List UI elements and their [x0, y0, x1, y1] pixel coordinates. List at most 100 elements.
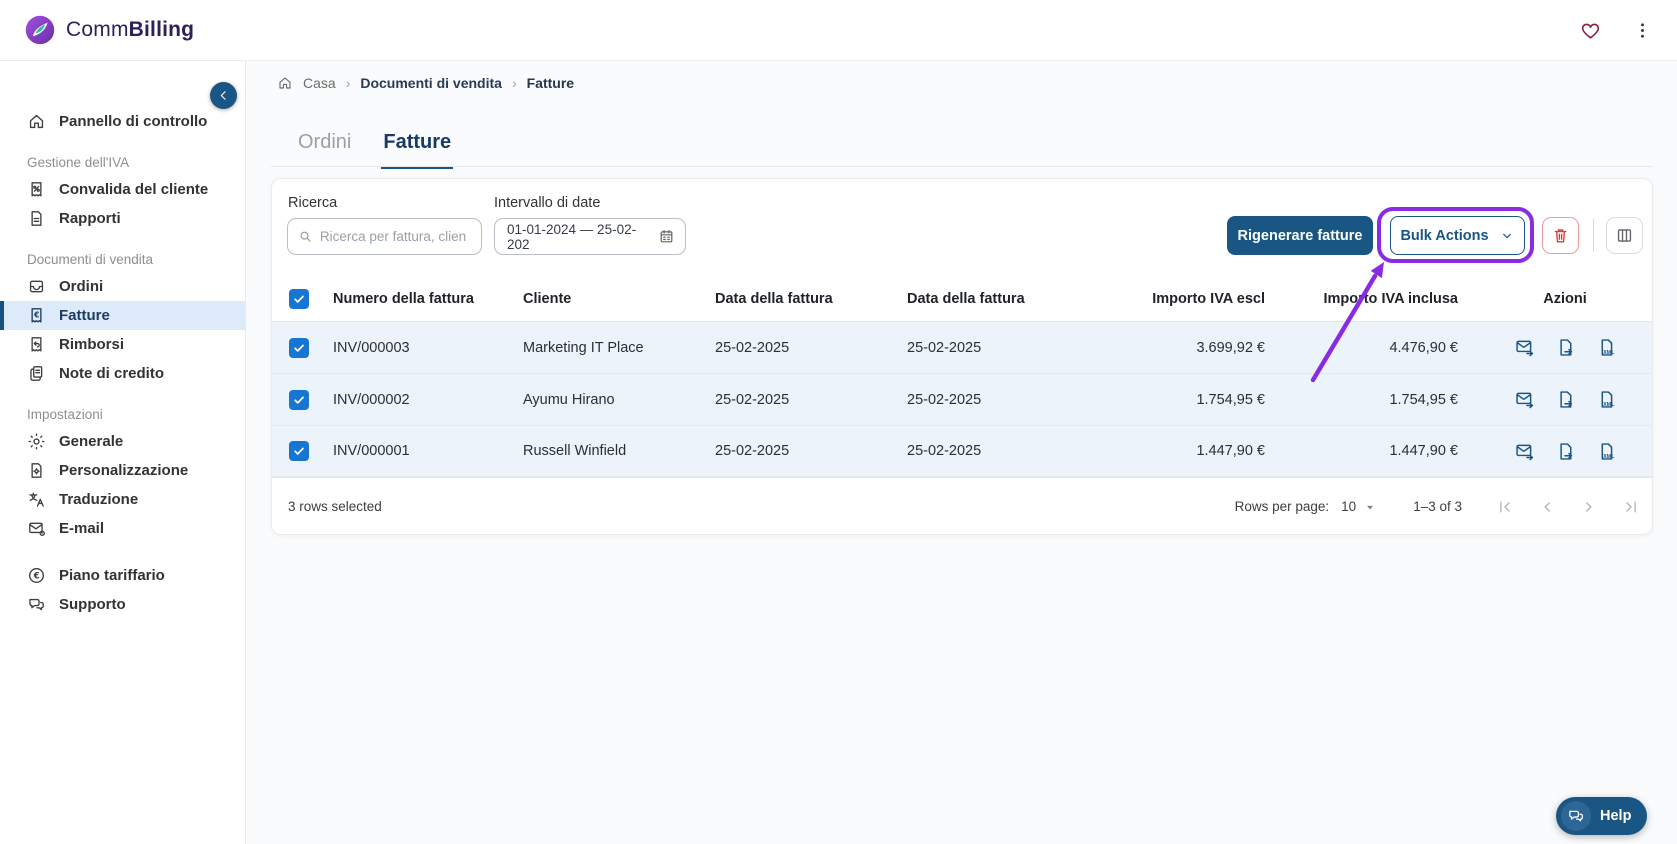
sidebar-item-email[interactable]: E-mail: [0, 514, 245, 543]
breadcrumb-home-icon[interactable]: [277, 75, 293, 91]
sidebar-item-label: Rapporti: [59, 210, 121, 227]
columns-icon: [1615, 226, 1634, 245]
sidebar-item-dashboard[interactable]: Pannello di controllo: [0, 107, 245, 136]
help-button[interactable]: Help: [1556, 797, 1648, 835]
manage-columns-button[interactable]: [1606, 217, 1643, 254]
help-chat-icon: [1561, 801, 1591, 831]
tabs-divider: [271, 166, 1653, 167]
select-all-checkbox[interactable]: [289, 289, 309, 309]
sidebar-item-label: Generale: [59, 433, 124, 450]
last-page-icon[interactable]: [1622, 498, 1640, 516]
table-row[interactable]: INV/000002 Ayumu Hirano 25-02-2025 25-02…: [272, 373, 1652, 425]
cell-amount-excl: 3.699,92 €: [1196, 339, 1265, 356]
xml-file-icon[interactable]: [1596, 337, 1617, 358]
column-header-client[interactable]: Cliente: [511, 291, 703, 307]
column-header-invoice-date[interactable]: Data della fattura: [703, 291, 895, 307]
xml-file-icon[interactable]: [1596, 441, 1617, 462]
sidebar-item-label: Supporto: [59, 596, 126, 613]
receipt-percent-icon: [27, 180, 46, 199]
sidebar-item-label: Traduzione: [59, 491, 139, 508]
sidebar-collapse-button[interactable]: [210, 82, 237, 109]
sidebar-item-label: Convalida del cliente: [59, 181, 209, 198]
search-icon: [298, 228, 313, 245]
caret-down-icon: [1363, 500, 1377, 514]
send-email-icon[interactable]: [1514, 389, 1535, 410]
date-range-input[interactable]: 01-01-2024 — 25-02-202: [494, 218, 686, 255]
table-row[interactable]: INV/000003 Marketing IT Place 25-02-2025…: [272, 321, 1652, 373]
column-header-amount-excl-vat[interactable]: Importo IVA escl: [1087, 291, 1283, 307]
cell-invoice-date: 25-02-2025: [715, 391, 790, 408]
delete-selected-button[interactable]: [1542, 217, 1579, 254]
toolbar-divider: [1593, 219, 1594, 252]
sidebar-item-orders[interactable]: Ordini: [0, 272, 245, 301]
sidebar-item-customer-validation[interactable]: Convalida del cliente: [0, 175, 245, 204]
column-header-actions: Azioni: [1543, 291, 1587, 307]
sidebar-item-credit-notes[interactable]: Note di credito: [0, 359, 245, 388]
prev-page-icon[interactable]: [1538, 498, 1556, 516]
table-row[interactable]: INV/000001 Russell Winfield 25-02-2025 2…: [272, 425, 1652, 477]
sidebar-item-general[interactable]: Generale: [0, 427, 245, 456]
row-checkbox[interactable]: [289, 441, 309, 461]
receipt-euro-icon: [27, 306, 46, 325]
sidebar-item-support[interactable]: Supporto: [0, 590, 245, 619]
first-page-icon[interactable]: [1496, 498, 1514, 516]
trash-icon: [1551, 226, 1570, 245]
bulk-actions-button[interactable]: Bulk Actions: [1390, 216, 1525, 255]
sidebar-item-pricing-plan[interactable]: Piano tariffario: [0, 561, 245, 590]
cell-invoice-date: 25-02-2025: [907, 339, 982, 356]
rows-per-page-select[interactable]: 10: [1341, 499, 1377, 514]
tab-orders[interactable]: Ordini: [296, 131, 353, 169]
rows-selected-text: 3 rows selected: [288, 499, 382, 514]
sidebar-section-vat: Gestione dell'IVA: [27, 155, 130, 170]
breadcrumb-current: Fatture: [526, 75, 575, 91]
sidebar-item-translation[interactable]: Traduzione: [0, 485, 245, 514]
check-icon: [292, 444, 306, 458]
pagination-range: 1–3 of 3: [1413, 499, 1462, 514]
export-file-icon[interactable]: [1555, 337, 1576, 358]
row-checkbox[interactable]: [289, 389, 309, 410]
column-header-invoice-date[interactable]: Data della fattura: [895, 291, 1087, 307]
table-header-row: Numero della fattura Cliente Data della …: [272, 277, 1652, 321]
breadcrumb-home[interactable]: Casa: [303, 75, 336, 91]
kebab-menu-icon[interactable]: [1632, 20, 1653, 41]
sidebar-item-customization[interactable]: Personalizzazione: [0, 456, 245, 485]
sidebar-section-sales: Documenti di vendita: [27, 252, 154, 267]
column-header-invoice-number[interactable]: Numero della fattura: [321, 291, 511, 307]
cell-amount-excl: 1.447,90 €: [1196, 443, 1265, 459]
next-page-icon[interactable]: [1580, 498, 1598, 516]
column-header-amount-incl-vat[interactable]: Importo IVA inclusa: [1283, 291, 1476, 307]
cell-invoice-date: 25-02-2025: [907, 391, 982, 408]
cell-amount-incl: 1.754,95 €: [1389, 391, 1458, 408]
export-file-icon[interactable]: [1555, 389, 1576, 410]
search-box: [287, 218, 482, 255]
send-email-icon[interactable]: [1514, 337, 1535, 358]
brand-logo-icon: [25, 15, 55, 45]
heart-icon[interactable]: [1579, 19, 1602, 42]
cell-invoice-date: 25-02-2025: [907, 443, 982, 459]
send-email-icon[interactable]: [1514, 441, 1535, 462]
sidebar-item-label: Pannello di controllo: [59, 113, 208, 130]
sidebar-item-refunds[interactable]: Rimborsi: [0, 330, 245, 359]
sidebar-item-label: Piano tariffario: [59, 567, 165, 584]
search-input[interactable]: [319, 229, 471, 244]
cell-invoice-date: 25-02-2025: [715, 443, 790, 459]
sidebar-item-label: E-mail: [59, 520, 105, 537]
cell-client: Marketing IT Place: [523, 339, 644, 356]
app-logo[interactable]: CommBilling: [24, 14, 194, 46]
invoices-panel: Ricerca Intervallo di date 01-01-2024 — …: [271, 178, 1653, 535]
row-checkbox[interactable]: [289, 337, 309, 358]
home-icon: [27, 112, 46, 131]
table-footer: 3 rows selected Rows per page: 10 1–3 of…: [272, 477, 1652, 535]
sidebar: Pannello di controllo Gestione dell'IVA …: [0, 61, 246, 844]
export-file-icon[interactable]: [1555, 441, 1576, 462]
sidebar-item-label: Fatture: [59, 307, 110, 324]
cell-client: Russell Winfield: [523, 443, 627, 459]
sidebar-item-reports[interactable]: Rapporti: [0, 204, 245, 233]
breadcrumb-sales-documents[interactable]: Documenti di vendita: [360, 75, 502, 91]
brand-name: CommBilling: [66, 18, 195, 41]
breadcrumb-separator: ›: [345, 75, 351, 91]
tab-invoices[interactable]: Fatture: [381, 131, 454, 169]
sidebar-item-invoices[interactable]: Fatture: [0, 301, 245, 330]
xml-file-icon[interactable]: [1596, 389, 1617, 410]
regenerate-invoices-button[interactable]: Rigenerare fatture: [1227, 216, 1373, 255]
